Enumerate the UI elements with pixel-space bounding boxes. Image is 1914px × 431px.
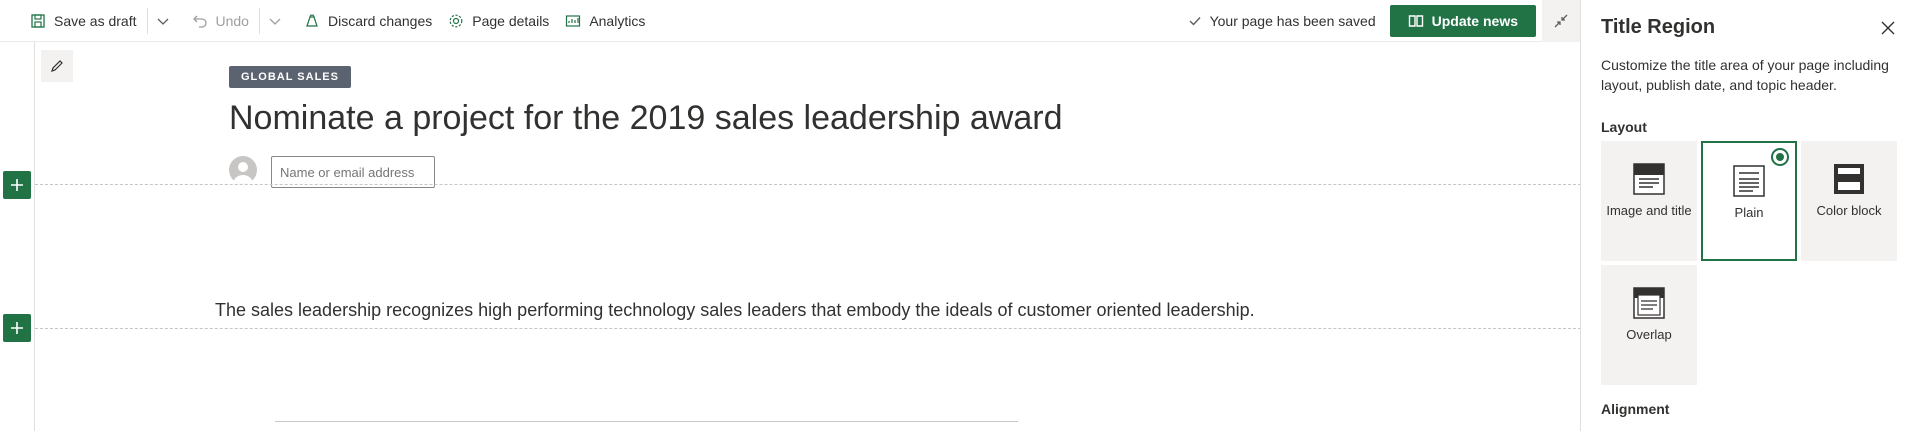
plus-icon bbox=[11, 322, 23, 334]
title-region-panel: Title Region Customize the title area of… bbox=[1580, 0, 1914, 431]
page-canvas: GLOBAL SALES Nominate a project for the … bbox=[34, 42, 1581, 431]
layout-option-label: Plain bbox=[1734, 205, 1764, 220]
selected-radio-icon bbox=[1771, 148, 1789, 166]
save-status-text: Your page has been saved bbox=[1209, 12, 1376, 29]
analytics-label: Analytics bbox=[589, 12, 646, 29]
layout-option-label: Overlap bbox=[1626, 327, 1672, 342]
chevron-down-icon bbox=[269, 18, 281, 25]
command-bar: Save as draft Undo Discard changes Page … bbox=[0, 0, 1580, 42]
avatar bbox=[229, 156, 257, 184]
discard-changes-button[interactable]: Discard changes bbox=[296, 0, 440, 42]
page-details-button[interactable]: Page details bbox=[440, 0, 557, 42]
close-panel-button[interactable] bbox=[1878, 18, 1898, 38]
toolbar-separator bbox=[146, 7, 148, 34]
update-news-label: Update news bbox=[1431, 12, 1518, 29]
save-status: Your page has been saved bbox=[1188, 13, 1376, 29]
color-block-icon bbox=[1834, 164, 1864, 194]
section-divider bbox=[35, 328, 1581, 329]
save-icon bbox=[31, 13, 45, 28]
add-section-button[interactable] bbox=[3, 314, 31, 342]
update-news-button[interactable]: Update news bbox=[1389, 4, 1536, 37]
layout-option-label: Color block bbox=[1816, 203, 1882, 218]
book-icon bbox=[1408, 14, 1423, 27]
layout-option-color-block[interactable]: Color block bbox=[1801, 141, 1897, 261]
gear-icon bbox=[449, 14, 463, 27]
checkmark-icon bbox=[1189, 16, 1201, 26]
page-details-label: Page details bbox=[472, 12, 550, 29]
page-title[interactable]: Nominate a project for the 2019 sales le… bbox=[229, 99, 1062, 138]
undo-options-dropdown[interactable] bbox=[262, 0, 296, 42]
pencil-icon bbox=[51, 60, 63, 72]
panel-description: Customize the title area of your page in… bbox=[1601, 57, 1889, 93]
panel-title: Title Region bbox=[1601, 16, 1716, 38]
edit-title-region-button[interactable] bbox=[41, 50, 73, 82]
undo-icon bbox=[192, 15, 207, 28]
plain-layout-icon bbox=[1733, 165, 1765, 197]
overlap-layout-icon bbox=[1633, 287, 1665, 319]
layout-option-label: Image and title bbox=[1606, 203, 1692, 218]
discard-icon bbox=[306, 13, 318, 27]
discard-changes-label: Discard changes bbox=[327, 12, 433, 29]
topic-header[interactable]: GLOBAL SALES bbox=[229, 66, 351, 88]
plus-icon bbox=[11, 179, 23, 191]
collapse-panel-button[interactable] bbox=[1542, 0, 1580, 42]
person-icon bbox=[233, 162, 253, 184]
chevron-down-icon bbox=[157, 18, 168, 25]
analytics-icon bbox=[566, 14, 581, 27]
save-options-dropdown[interactable] bbox=[150, 0, 184, 42]
section-divider bbox=[35, 184, 1581, 185]
add-section-button[interactable] bbox=[3, 171, 31, 199]
left-rail bbox=[0, 42, 34, 431]
layout-option-plain[interactable]: Plain bbox=[1701, 141, 1797, 261]
save-as-draft-button[interactable]: Save as draft bbox=[0, 0, 145, 42]
save-as-draft-label: Save as draft bbox=[54, 12, 137, 29]
toolbar-separator bbox=[258, 7, 260, 34]
collapse-icon bbox=[1554, 14, 1568, 27]
analytics-button[interactable]: Analytics bbox=[557, 0, 653, 42]
layout-label: Layout bbox=[1601, 119, 1647, 135]
image-and-title-icon bbox=[1633, 163, 1665, 195]
layout-option-image-and-title[interactable]: Image and title bbox=[1601, 141, 1697, 261]
close-icon bbox=[1881, 21, 1895, 35]
web-part-divider bbox=[275, 421, 1018, 422]
undo-button[interactable]: Undo bbox=[184, 0, 257, 42]
alignment-label: Alignment bbox=[1601, 401, 1670, 417]
undo-label: Undo bbox=[215, 12, 249, 29]
layout-option-overlap[interactable]: Overlap bbox=[1601, 265, 1697, 385]
body-text[interactable]: The sales leadership recognizes high per… bbox=[215, 300, 1255, 321]
